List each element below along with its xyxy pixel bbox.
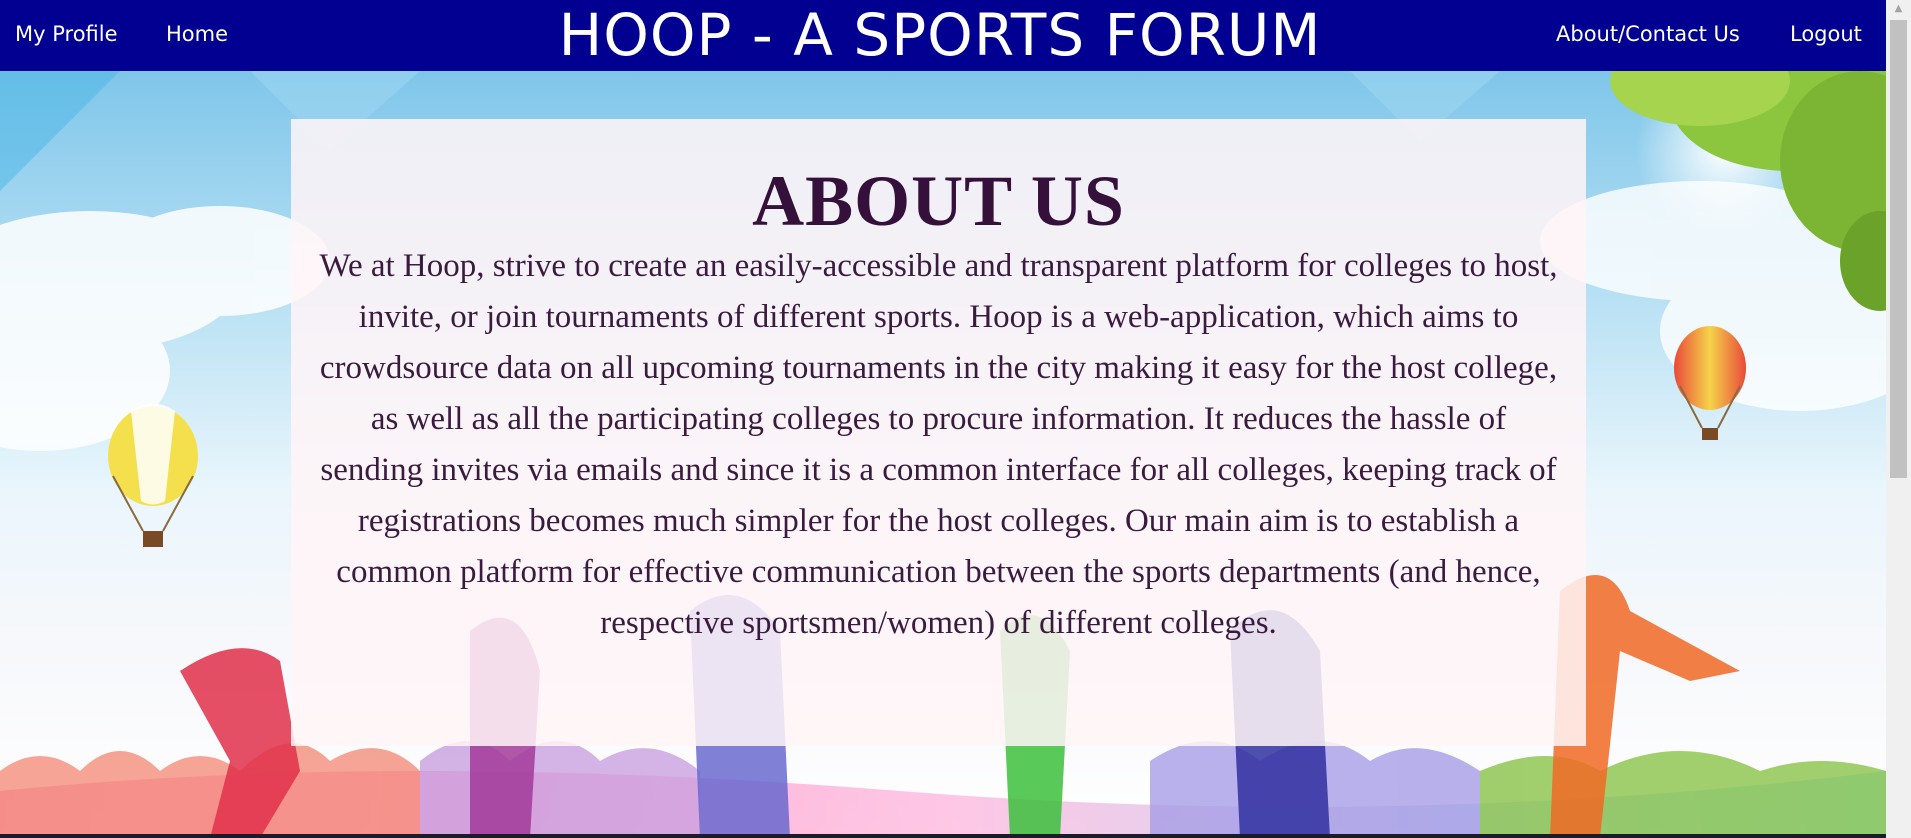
hot-air-balloon-icon bbox=[108, 403, 198, 547]
about-us-heading: ABOUT US bbox=[752, 161, 1125, 241]
top-navbar: My Profile Home HOOP - A SPORTS FORUM Ab… bbox=[0, 0, 1886, 71]
bottom-edge bbox=[0, 834, 1886, 838]
nav-logout-link[interactable]: Logout bbox=[1790, 22, 1862, 46]
nav-home-link[interactable]: Home bbox=[166, 22, 228, 46]
vertical-scrollbar[interactable]: ▲ bbox=[1886, 0, 1911, 838]
nav-my-profile-link[interactable]: My Profile bbox=[15, 22, 118, 46]
scroll-up-arrow-icon[interactable]: ▲ bbox=[1886, 0, 1911, 18]
about-us-card: ABOUT US We at Hoop, strive to create an… bbox=[291, 119, 1586, 746]
scrollbar-thumb[interactable] bbox=[1890, 20, 1907, 478]
hot-air-balloon-icon-right bbox=[1674, 326, 1746, 440]
about-us-description: We at Hoop, strive to create an easily-a… bbox=[319, 248, 1558, 641]
nav-about-contact-link[interactable]: About/Contact Us bbox=[1556, 22, 1740, 46]
page-viewport: My Profile Home HOOP - A SPORTS FORUM Ab… bbox=[0, 0, 1911, 838]
